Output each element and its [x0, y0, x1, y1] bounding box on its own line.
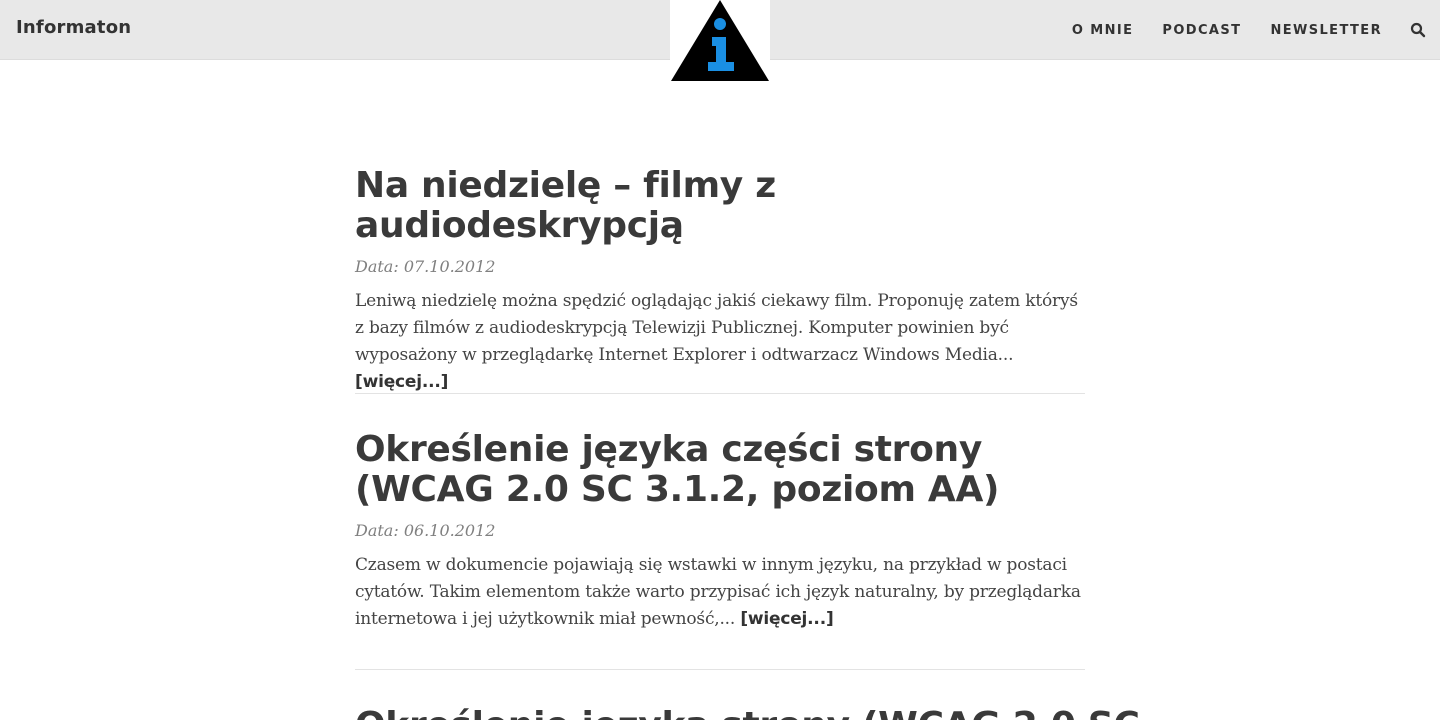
read-more-link[interactable]: [więcej...] — [740, 609, 833, 629]
site-title-link[interactable]: Informaton — [16, 17, 131, 38]
post-excerpt: Czasem w dokumencie pojawiają się wstawk… — [355, 552, 1085, 633]
post-list: Na niedzielę – filmy z audiodeskrypcją D… — [355, 160, 1085, 670]
post-item: Określenie języka części strony (WCAG 2.… — [355, 394, 1085, 670]
info-triangle-logo[interactable] — [670, 0, 770, 82]
nav-podcast[interactable]: PODCAST — [1162, 23, 1241, 38]
post-excerpt: Leniwą niedzielę można spędzić oglądając… — [355, 288, 1085, 396]
top-bar: Informaton O MNIE PODCAST NEWSLETTER — [0, 0, 1440, 82]
post-item: Na niedzielę – filmy z audiodeskrypcją D… — [355, 160, 1085, 394]
post-title[interactable]: Na niedzielę – filmy z audiodeskrypcją — [355, 160, 1085, 246]
search-icon[interactable] — [1410, 22, 1426, 38]
post-title[interactable]: Określenie języka strony (WCAG 2.0 SC — [355, 706, 1140, 720]
main-nav: O MNIE PODCAST NEWSLETTER — [1043, 22, 1426, 38]
read-more-link[interactable]: [więcej...] — [355, 372, 448, 392]
post-excerpt-text: Leniwą niedzielę można spędzić oglądając… — [355, 291, 1078, 365]
post-title[interactable]: Określenie języka części strony (WCAG 2.… — [355, 394, 1085, 510]
post-date: Data: 07.10.2012 — [355, 257, 496, 276]
post-date: Data: 06.10.2012 — [355, 521, 496, 540]
post-excerpt-text: Czasem w dokumencie pojawiają się wstawk… — [355, 555, 1081, 629]
nav-o-mnie[interactable]: O MNIE — [1072, 23, 1134, 38]
logo-icon — [671, 0, 769, 81]
nav-newsletter[interactable]: NEWSLETTER — [1270, 23, 1382, 38]
